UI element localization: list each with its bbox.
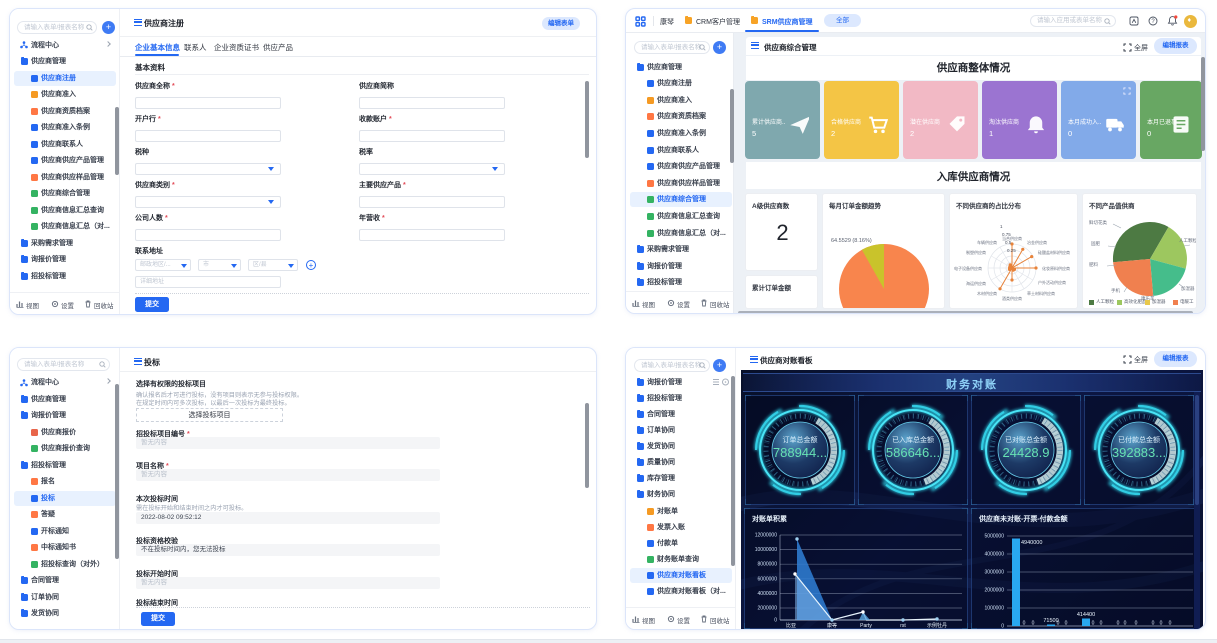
svg-text:rst: rst [900,623,906,629]
svg-text:0: 0 [1169,621,1172,627]
svg-text:比亚: 比亚 [786,622,796,629]
svg-text:10000000: 10000000 [755,547,777,553]
svg-text:0: 0 [1023,621,1026,627]
svg-text:5000000: 5000000 [985,534,1005,540]
svg-text:0: 0 [1135,621,1138,627]
svg-text:0: 0 [1065,621,1068,627]
svg-text:12000000: 12000000 [755,533,777,539]
svg-text:1000000: 1000000 [985,606,1005,612]
svg-text:8000000: 8000000 [758,562,778,568]
svg-text:0: 0 [1092,621,1095,627]
svg-text:0: 0 [1100,621,1103,627]
svg-text:Party: Party [860,623,872,629]
svg-text:4000000: 4000000 [985,552,1005,558]
svg-text:0: 0 [1124,621,1127,627]
svg-text:0: 0 [774,618,777,624]
svg-text:示例牡丹: 示例牡丹 [927,622,947,629]
svg-text:4000000: 4000000 [758,591,778,597]
svg-text:3000000: 3000000 [985,570,1005,576]
svg-text:0: 0 [1032,621,1035,627]
svg-text:0: 0 [1001,624,1004,630]
svg-text:4940000: 4940000 [1021,540,1042,546]
svg-text:0: 0 [1160,621,1163,627]
svg-text:0: 0 [1117,621,1120,627]
svg-text:2000000: 2000000 [985,588,1005,594]
svg-text:6000000: 6000000 [758,576,778,582]
svg-text:0: 0 [1057,621,1060,627]
svg-text:康等: 康等 [827,622,837,629]
svg-text:0: 0 [1152,621,1155,627]
svg-text:414400: 414400 [1077,612,1095,618]
svg-text:2000000: 2000000 [758,606,778,612]
